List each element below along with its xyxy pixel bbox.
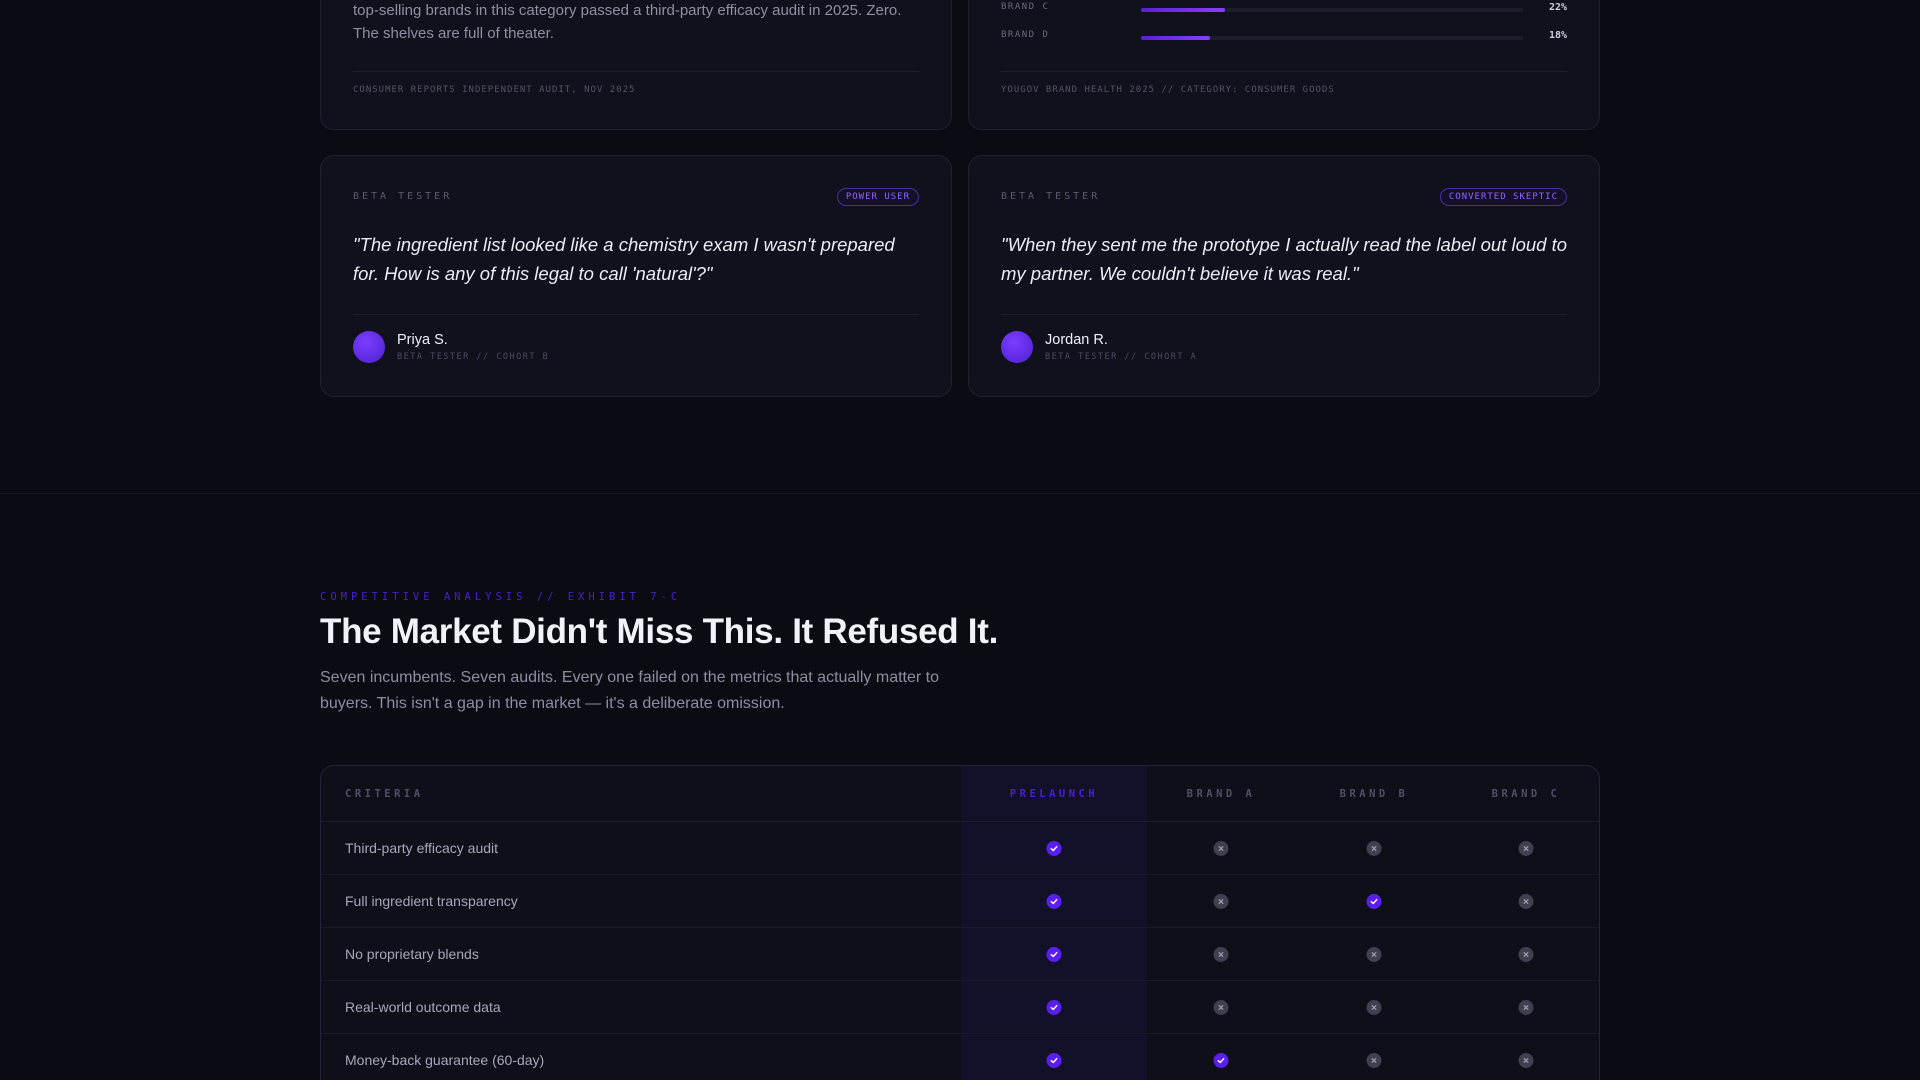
table-row: Money-back guarantee (60-day) — [321, 1034, 1599, 1080]
testimonial-meta: BETA TESTER // COHORT A — [1045, 352, 1198, 362]
brand-health-source: YOUGOV BRAND HEALTH 2025 // CATEGORY: CO… — [1001, 85, 1335, 95]
x-circle-icon — [1518, 841, 1534, 856]
x-circle-icon — [1366, 1053, 1382, 1068]
header-brand-a: BRAND A — [1186, 788, 1256, 800]
audit-stat-text: top-selling brands in this category pass… — [353, 2, 902, 42]
divider — [353, 71, 919, 72]
testimonial-badge: CONVERTED SKEPTIC — [1439, 188, 1567, 206]
avatar — [1001, 331, 1033, 363]
x-circle-icon — [1213, 894, 1229, 909]
bar-value: 22% — [1548, 2, 1567, 13]
x-circle-icon — [1213, 947, 1229, 962]
criteria-label: Full ingredient transparency — [345, 893, 518, 909]
audit-source: CONSUMER REPORTS INDEPENDENT AUDIT, NOV … — [353, 85, 636, 95]
x-circle-icon — [1518, 947, 1534, 962]
bar-row-brand-c: BRAND C 22% — [1001, 2, 1567, 16]
bar-fill — [1141, 36, 1210, 40]
table-row: Third-party efficacy audit — [321, 822, 1599, 875]
check-circle-icon — [1046, 841, 1062, 856]
table-row: No proprietary blends — [321, 928, 1599, 981]
section-divider — [0, 493, 1920, 494]
x-circle-icon — [1518, 1053, 1534, 1068]
x-circle-icon — [1213, 1000, 1229, 1015]
bar-value: 18% — [1548, 30, 1567, 41]
check-circle-icon — [1046, 894, 1062, 909]
criteria-label: Third-party efficacy audit — [345, 840, 499, 856]
section-headline: The Market Didn't Miss This. It Refused … — [320, 612, 999, 651]
testimonial-card: BETA TESTER CONVERTED SKEPTIC "When they… — [968, 155, 1600, 397]
check-circle-icon — [1046, 1000, 1062, 1015]
comparison-table: CRITERIA PRELAUNCH BRAND A BRAND B BRAND… — [320, 765, 1600, 1080]
divider — [1001, 314, 1567, 315]
x-circle-icon — [1366, 1000, 1382, 1015]
testimonial-role: BETA TESTER — [353, 191, 453, 202]
testimonial-quote: "When they sent me the prototype I actua… — [1001, 234, 1568, 284]
check-circle-icon — [1046, 947, 1062, 962]
x-circle-icon — [1518, 894, 1534, 909]
header-criteria: CRITERIA — [345, 788, 424, 800]
table-row: Real-world outcome data — [321, 981, 1599, 1034]
x-circle-icon — [1366, 947, 1382, 962]
criteria-label: Real-world outcome data — [345, 999, 501, 1015]
bar-track — [1141, 36, 1523, 40]
bar-track — [1141, 8, 1523, 12]
table-row: Full ingredient transparency — [321, 875, 1599, 928]
audit-stat-card: top-selling brands in this category pass… — [320, 0, 952, 130]
table-header: CRITERIA PRELAUNCH BRAND A BRAND B BRAND… — [321, 766, 1599, 822]
criteria-label: Money-back guarantee (60-day) — [345, 1052, 545, 1068]
check-circle-icon — [1366, 894, 1382, 909]
testimonial-badge: POWER USER — [836, 188, 919, 206]
testimonial-role: BETA TESTER — [1001, 191, 1101, 202]
check-circle-icon — [1213, 1053, 1229, 1068]
header-brand-b: BRAND B — [1339, 788, 1409, 800]
header-prelaunch: PRELAUNCH — [1009, 788, 1099, 800]
divider — [1001, 71, 1567, 72]
x-circle-icon — [1518, 1000, 1534, 1015]
x-circle-icon — [1366, 841, 1382, 856]
bar-label: BRAND C — [1001, 2, 1050, 12]
check-circle-icon — [1046, 1053, 1062, 1068]
bar-label: BRAND D — [1001, 30, 1050, 40]
header-brand-c: BRAND C — [1491, 788, 1561, 800]
divider — [353, 314, 919, 315]
testimonial-quote: "The ingredient list looked like a chemi… — [353, 234, 895, 284]
section-lede: Seven incumbents. Seven audits. Every on… — [320, 669, 939, 712]
section-eyebrow: COMPETITIVE ANALYSIS // EXHIBIT 7-C — [320, 591, 682, 603]
criteria-label: No proprietary blends — [345, 946, 479, 962]
testimonial-name: Priya S. — [397, 332, 448, 348]
avatar — [353, 331, 385, 363]
x-circle-icon — [1213, 841, 1229, 856]
bar-fill — [1141, 8, 1226, 12]
testimonial-card: BETA TESTER POWER USER "The ingredient l… — [320, 155, 952, 397]
testimonial-meta: BETA TESTER // COHORT B — [397, 352, 550, 362]
brand-health-card: BRAND C 22% BRAND D 18% YOUGOV BRAND HEA… — [968, 0, 1600, 130]
bar-row-brand-d: BRAND D 18% — [1001, 30, 1567, 44]
testimonial-name: Jordan R. — [1045, 332, 1108, 348]
